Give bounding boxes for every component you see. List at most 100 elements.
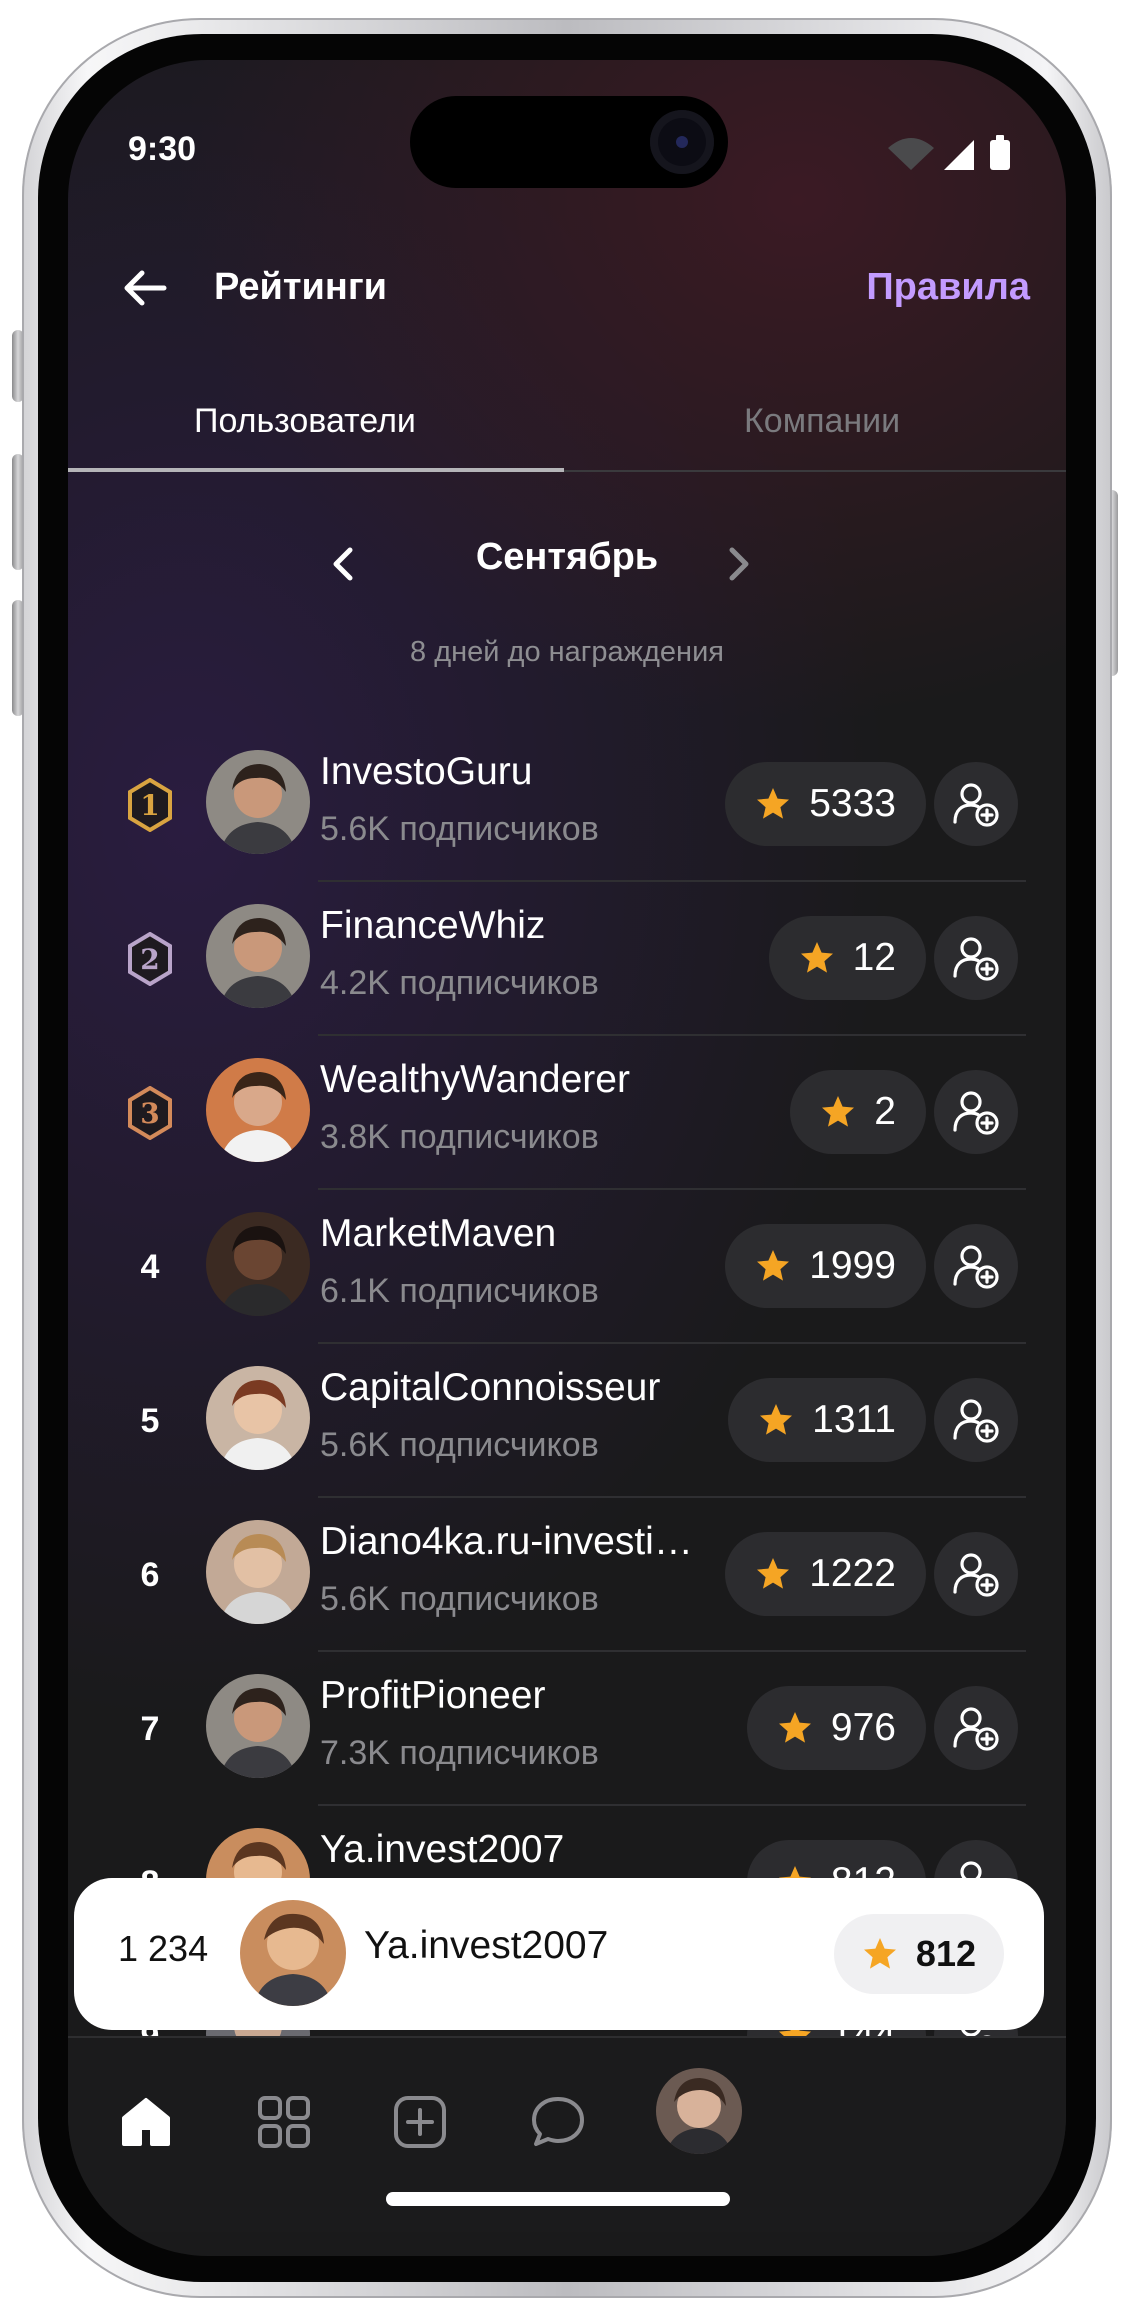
chat-icon[interactable] xyxy=(528,2092,588,2152)
star-icon xyxy=(800,942,833,973)
month-label: Сентябрь xyxy=(475,536,659,578)
username[interactable]: CapitalConnoisseur xyxy=(320,1366,660,1410)
leaderboard-row[interactable]: 3 WealthyWanderer 3.8K подписчиков 2 xyxy=(68,1036,1066,1190)
score-pill: 1999 xyxy=(725,1224,926,1308)
tab-users[interactable]: Пользователи xyxy=(194,402,416,441)
rank-number: 6 xyxy=(140,1556,160,1594)
star-icon xyxy=(757,1250,790,1281)
follow-user-button[interactable] xyxy=(934,1532,1018,1616)
silver-medal-icon: 2 xyxy=(112,932,188,986)
avatar xyxy=(240,1900,346,2006)
username[interactable]: WealthyWanderer xyxy=(320,1058,630,1102)
my-score-pill: 812 xyxy=(833,1914,1004,1994)
rank-number: 7 xyxy=(140,1710,160,1748)
leaderboard-row[interactable]: 6 Diano4ka.ru-investi… 5.6K подписчиков 122… xyxy=(68,1498,1066,1652)
username[interactable]: MarketMaven xyxy=(320,1212,556,1256)
my-rank: 1 234 xyxy=(118,1928,209,1969)
score-value: 1222 xyxy=(809,1552,896,1595)
add-user-icon xyxy=(953,783,999,827)
leaderboard-row[interactable]: 4 MarketMaven 6.1K подписчиков 1999 xyxy=(68,1190,1066,1344)
bronze-medal-icon: 3 xyxy=(112,1086,188,1140)
follow-user-button[interactable] xyxy=(934,1686,1018,1770)
follow-user-button[interactable] xyxy=(934,762,1018,846)
my-username: Ya.invest2007 xyxy=(364,1924,609,1967)
leaderboard-row[interactable]: 5 CapitalConnoisseur 5.6K подписчиков 1311 xyxy=(68,1344,1066,1498)
home-indicator xyxy=(386,2192,730,2206)
follower-count: 5.6K подписчиков xyxy=(320,810,599,848)
leaderboard-row[interactable]: 1 InvestoGuru 5.6K подписчиков 5333 xyxy=(68,728,1066,882)
rank-number: 4 xyxy=(140,1248,160,1286)
leaderboard-row[interactable]: 7 ProfitPioneer 7.3K подписчиков 976 xyxy=(68,1652,1066,1806)
front-camera xyxy=(650,110,714,174)
follower-count: 4.2K подписчиков xyxy=(320,964,599,1002)
score-value: 1999 xyxy=(809,1244,896,1287)
avatar[interactable] xyxy=(206,1366,310,1470)
username[interactable]: InvestoGuru xyxy=(320,750,532,794)
star-icon xyxy=(863,1938,896,1969)
score-pill: 1222 xyxy=(725,1532,926,1616)
star-icon xyxy=(757,788,790,819)
rules-link[interactable]: Правила xyxy=(866,266,1030,309)
gold-medal-icon: 1 xyxy=(112,778,188,832)
dynamic-island xyxy=(410,96,728,188)
star-icon xyxy=(757,1558,790,1589)
app-screen: 9:30 Рейтинги Правила Пользователи Компа… xyxy=(68,60,1066,2256)
score-value: 1311 xyxy=(812,1398,896,1441)
follower-count: 7.3K подписчиков xyxy=(320,1734,599,1772)
avatar[interactable] xyxy=(206,750,310,854)
username[interactable]: Ya.invest2007 xyxy=(320,1828,564,1872)
avatar[interactable] xyxy=(206,1058,310,1162)
score-value: 976 xyxy=(830,1706,896,1749)
avatar[interactable] xyxy=(206,1520,310,1624)
follow-user-button[interactable] xyxy=(934,1224,1018,1308)
avatar[interactable] xyxy=(206,1674,310,1778)
add-user-icon xyxy=(953,1245,999,1289)
score-pill: 12 xyxy=(768,916,926,1000)
score-pill: 2 xyxy=(790,1070,926,1154)
follower-count: 5.6K подписчиков xyxy=(320,1580,599,1618)
signal-battery-icon xyxy=(888,135,1010,170)
follow-user-button[interactable] xyxy=(934,916,1018,1000)
rank-number: 2 xyxy=(140,943,159,976)
score-pill: 1311 xyxy=(728,1378,926,1462)
add-user-icon xyxy=(953,1399,999,1443)
username[interactable]: ProfitPioneer xyxy=(320,1674,545,1718)
tab-companies[interactable]: Компании xyxy=(744,402,900,441)
add-icon[interactable] xyxy=(390,2092,450,2152)
add-user-icon xyxy=(953,1553,999,1597)
score-pill: 5333 xyxy=(725,762,926,846)
page-title: Рейтинги xyxy=(214,266,388,308)
avatar[interactable] xyxy=(206,904,310,1008)
back-arrow-icon[interactable] xyxy=(120,268,180,308)
avatar[interactable] xyxy=(206,1212,310,1316)
star-icon xyxy=(822,1096,855,1127)
profile-avatar[interactable] xyxy=(656,2068,742,2154)
add-user-icon xyxy=(953,1707,999,1751)
star-icon xyxy=(778,1712,811,1743)
follow-user-button[interactable] xyxy=(934,1378,1018,1462)
home-icon[interactable] xyxy=(116,2092,176,2152)
score-value: 5333 xyxy=(809,782,896,825)
follower-count: 5.6K подписчиков xyxy=(320,1426,599,1464)
score-pill: 976 xyxy=(746,1686,926,1770)
star-icon xyxy=(760,1404,793,1435)
status-icons xyxy=(886,132,1026,172)
status-time: 9:30 xyxy=(128,130,197,168)
username[interactable]: FinanceWhiz xyxy=(320,904,545,948)
score-value: 12 xyxy=(852,936,896,979)
grid-icon[interactable] xyxy=(254,2092,314,2152)
rank-number: 1 xyxy=(140,789,159,822)
my-position-card[interactable]: 1 234 Ya.invest2007 812 xyxy=(74,1878,1044,2030)
add-user-icon xyxy=(953,1091,999,1135)
add-user-icon xyxy=(953,937,999,981)
my-score: 812 xyxy=(915,1933,976,1974)
follower-count: 3.8K подписчиков xyxy=(320,1118,599,1156)
rank-number: 5 xyxy=(140,1402,160,1440)
rank-number: 3 xyxy=(140,1097,159,1130)
follow-user-button[interactable] xyxy=(934,1070,1018,1154)
leaderboard-row[interactable]: 2 FinanceWhiz 4.2K подписчиков 12 xyxy=(68,882,1066,1036)
follower-count: 6.1K подписчиков xyxy=(320,1272,599,1310)
score-value: 2 xyxy=(874,1090,896,1133)
month-next-icon[interactable] xyxy=(726,544,752,584)
username[interactable]: Diano4ka.ru-investi… xyxy=(320,1520,693,1564)
